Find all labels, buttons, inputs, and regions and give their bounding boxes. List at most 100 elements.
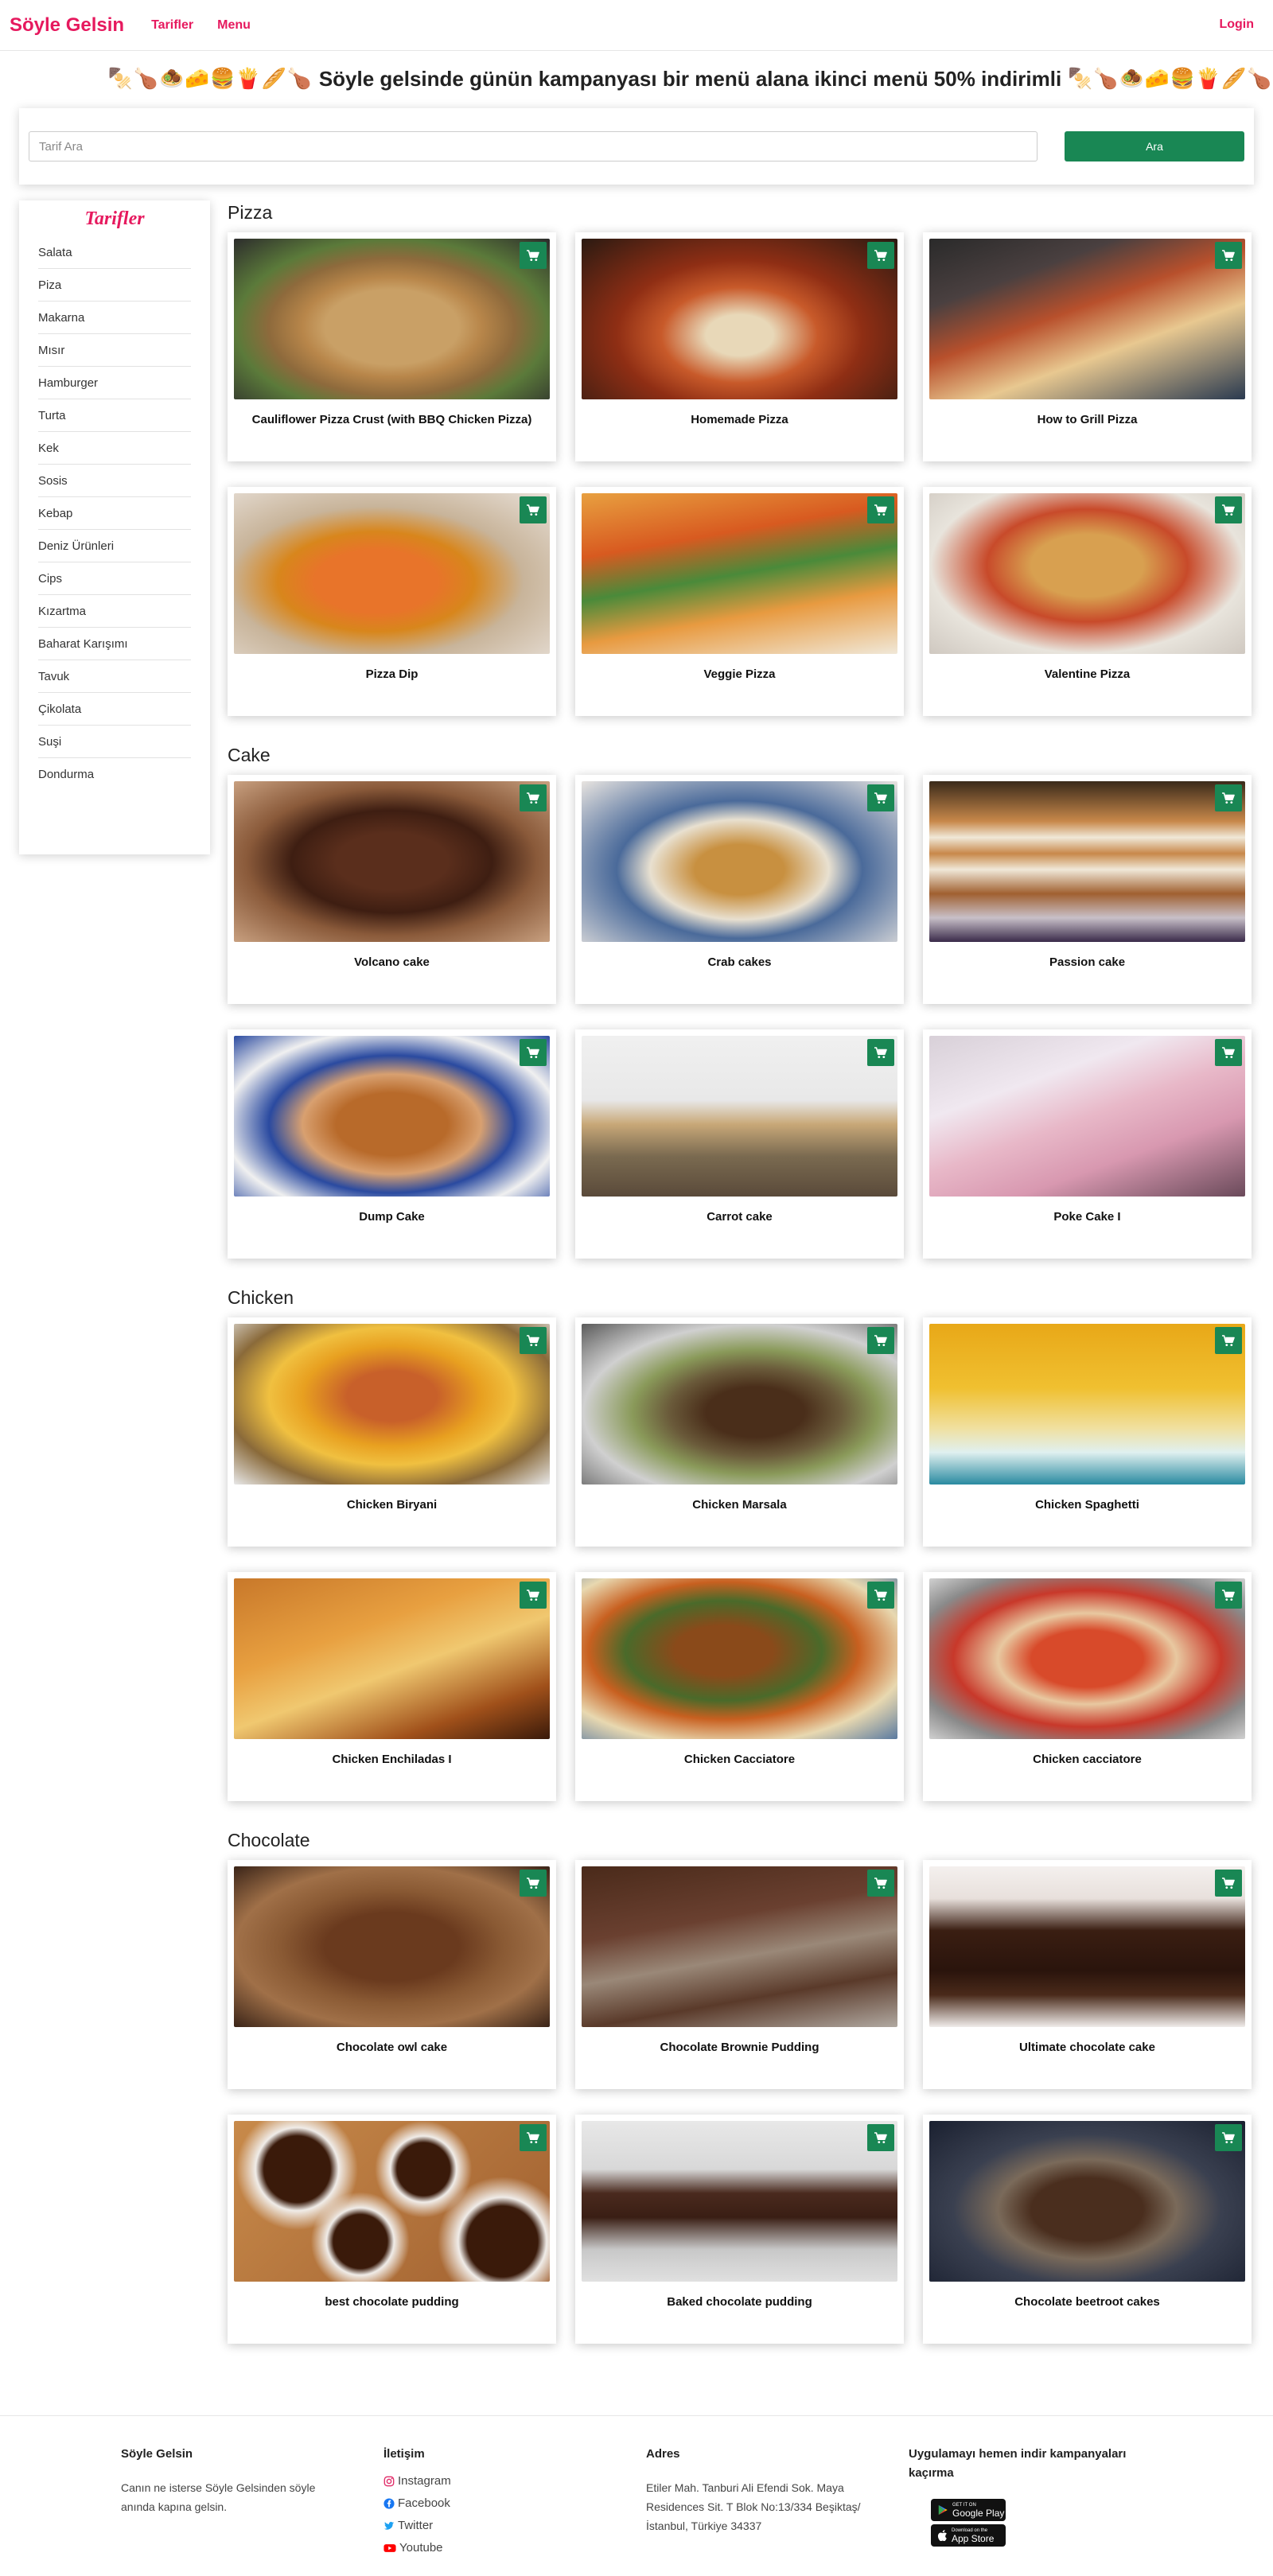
cart-icon[interactable] xyxy=(1215,1582,1242,1609)
cart-icon[interactable] xyxy=(1215,2124,1242,2151)
recipe-image[interactable] xyxy=(929,1324,1245,1485)
sidebar-item[interactable]: Suşi xyxy=(38,726,191,758)
app-store-button[interactable]: Download on the App Store xyxy=(931,2524,1006,2547)
brand-logo[interactable]: Söyle Gelsin xyxy=(10,14,124,37)
recipe-card[interactable]: best chocolate pudding xyxy=(228,2115,556,2344)
cart-icon[interactable] xyxy=(520,1870,547,1897)
recipe-card[interactable]: Veggie Pizza xyxy=(575,487,904,716)
recipe-image[interactable] xyxy=(582,1578,897,1739)
recipe-card[interactable]: Chocolate Brownie Pudding xyxy=(575,1860,904,2089)
recipe-title[interactable]: Chicken Cacciatore xyxy=(582,1739,897,1769)
recipe-title[interactable]: Valentine Pizza xyxy=(929,654,1245,684)
cart-icon[interactable] xyxy=(520,1327,547,1354)
recipe-image[interactable] xyxy=(234,493,550,654)
nav-link-tarifler[interactable]: Tarifler xyxy=(151,18,193,33)
recipe-image[interactable] xyxy=(234,1324,550,1485)
login-link[interactable]: Login xyxy=(1219,18,1254,32)
recipe-image[interactable] xyxy=(234,239,550,399)
recipe-image[interactable] xyxy=(582,1036,897,1197)
sidebar-item[interactable]: Makarna xyxy=(38,302,191,334)
facebook-link[interactable]: Facebook xyxy=(383,2492,646,2515)
recipe-card[interactable]: Chicken Enchiladas I xyxy=(228,1572,556,1801)
recipe-image[interactable] xyxy=(929,2121,1245,2282)
recipe-image[interactable] xyxy=(582,239,897,399)
cart-icon[interactable] xyxy=(867,1039,894,1066)
recipe-card[interactable]: Chicken cacciatore xyxy=(923,1572,1252,1801)
cart-icon[interactable] xyxy=(520,784,547,811)
recipe-image[interactable] xyxy=(929,781,1245,942)
recipe-title[interactable]: Chocolate Brownie Pudding xyxy=(582,2027,897,2057)
recipe-image[interactable] xyxy=(234,781,550,942)
recipe-image[interactable] xyxy=(234,1866,550,2027)
recipe-image[interactable] xyxy=(234,2121,550,2282)
cart-icon[interactable] xyxy=(867,784,894,811)
search-input[interactable] xyxy=(29,131,1037,161)
recipe-title[interactable]: Chicken Biryani xyxy=(234,1485,550,1515)
cart-icon[interactable] xyxy=(867,242,894,269)
sidebar-item[interactable]: Hamburger xyxy=(38,367,191,399)
recipe-card[interactable]: Ultimate chocolate cake xyxy=(923,1860,1252,2089)
recipe-title[interactable]: Dump Cake xyxy=(234,1197,550,1227)
recipe-card[interactable]: Valentine Pizza xyxy=(923,487,1252,716)
cart-icon[interactable] xyxy=(520,496,547,523)
sidebar-item[interactable]: Sosis xyxy=(38,465,191,497)
youtube-link[interactable]: Youtube xyxy=(383,2537,646,2559)
recipe-title[interactable]: Ultimate chocolate cake xyxy=(929,2027,1245,2057)
sidebar-item[interactable]: Deniz Ürünleri xyxy=(38,530,191,562)
instagram-link[interactable]: Instagram xyxy=(383,2470,646,2492)
recipe-image[interactable] xyxy=(929,239,1245,399)
google-play-button[interactable]: GET IT ON Google Play xyxy=(931,2499,1006,2521)
cart-icon[interactable] xyxy=(520,1039,547,1066)
recipe-card[interactable]: Crab cakes xyxy=(575,775,904,1004)
recipe-title[interactable]: Chocolate beetroot cakes xyxy=(929,2282,1245,2312)
recipe-card[interactable]: Baked chocolate pudding xyxy=(575,2115,904,2344)
sidebar-item[interactable]: Cips xyxy=(38,562,191,595)
sidebar-item[interactable]: Çikolata xyxy=(38,693,191,726)
search-button[interactable]: Ara xyxy=(1065,131,1244,161)
sidebar-item[interactable]: Mısır xyxy=(38,334,191,367)
recipe-title[interactable]: Veggie Pizza xyxy=(582,654,897,684)
cart-icon[interactable] xyxy=(1215,242,1242,269)
recipe-image[interactable] xyxy=(582,2121,897,2282)
sidebar-item[interactable]: Turta xyxy=(38,399,191,432)
recipe-image[interactable] xyxy=(234,1036,550,1197)
nav-link-menu[interactable]: Menu xyxy=(217,18,251,33)
recipe-card[interactable]: Chicken Spaghetti xyxy=(923,1317,1252,1547)
recipe-card[interactable]: Carrot cake xyxy=(575,1029,904,1259)
sidebar-item[interactable]: Kek xyxy=(38,432,191,465)
recipe-image[interactable] xyxy=(234,1578,550,1739)
sidebar-item[interactable]: Piza xyxy=(38,269,191,302)
cart-icon[interactable] xyxy=(867,496,894,523)
recipe-title[interactable]: Chocolate owl cake xyxy=(234,2027,550,2057)
sidebar-item[interactable]: Salata xyxy=(38,236,191,269)
cart-icon[interactable] xyxy=(1215,1039,1242,1066)
cart-icon[interactable] xyxy=(1215,496,1242,523)
recipe-card[interactable]: Dump Cake xyxy=(228,1029,556,1259)
recipe-image[interactable] xyxy=(929,1036,1245,1197)
twitter-link[interactable]: Twitter xyxy=(383,2515,646,2537)
recipe-title[interactable]: Cauliflower Pizza Crust (with BBQ Chicke… xyxy=(234,399,550,430)
recipe-card[interactable]: Cauliflower Pizza Crust (with BBQ Chicke… xyxy=(228,232,556,461)
recipe-title[interactable]: Homemade Pizza xyxy=(582,399,897,430)
cart-icon[interactable] xyxy=(1215,1327,1242,1354)
recipe-title[interactable]: How to Grill Pizza xyxy=(929,399,1245,430)
recipe-card[interactable]: Pizza Dip xyxy=(228,487,556,716)
sidebar-item[interactable]: Kızartma xyxy=(38,595,191,628)
sidebar-item[interactable]: Baharat Karışımı xyxy=(38,628,191,660)
sidebar-item[interactable]: Dondurma xyxy=(38,758,191,791)
recipe-title[interactable]: Volcano cake xyxy=(234,942,550,972)
cart-icon[interactable] xyxy=(520,242,547,269)
recipe-title[interactable]: Poke Cake I xyxy=(929,1197,1245,1227)
recipe-title[interactable]: Pizza Dip xyxy=(234,654,550,684)
recipe-card[interactable]: Chocolate beetroot cakes xyxy=(923,2115,1252,2344)
recipe-card[interactable]: Volcano cake xyxy=(228,775,556,1004)
recipe-title[interactable]: Chicken Enchiladas I xyxy=(234,1739,550,1769)
cart-icon[interactable] xyxy=(867,1327,894,1354)
recipe-title[interactable]: Baked chocolate pudding xyxy=(582,2282,897,2312)
recipe-card[interactable]: Chicken Marsala xyxy=(575,1317,904,1547)
recipe-card[interactable]: Passion cake xyxy=(923,775,1252,1004)
recipe-card[interactable]: Chicken Biryani xyxy=(228,1317,556,1547)
recipe-card[interactable]: How to Grill Pizza xyxy=(923,232,1252,461)
sidebar-item[interactable]: Kebap xyxy=(38,497,191,530)
recipe-card[interactable]: Chocolate owl cake xyxy=(228,1860,556,2089)
